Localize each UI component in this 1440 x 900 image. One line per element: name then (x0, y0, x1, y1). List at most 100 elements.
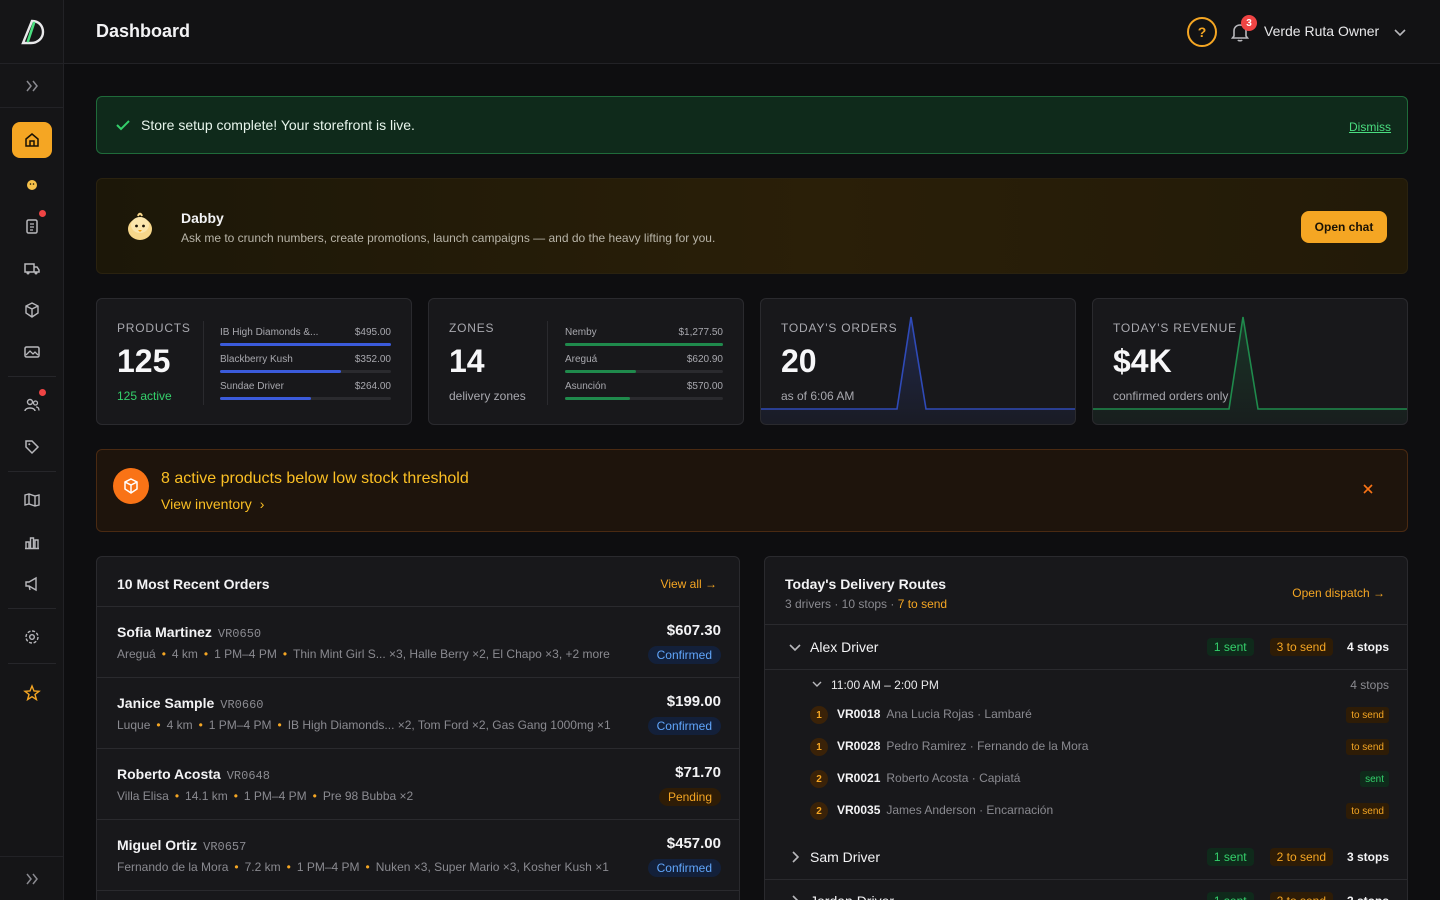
products-stat-card[interactable]: PRODUCTS 125 125 active IB High Diamonds… (96, 298, 412, 425)
dabby-icon (27, 180, 37, 190)
stop-customer-location: Ana Lucia Rojas · Lambaré (886, 707, 1032, 721)
chevrons-right-icon (26, 80, 38, 91)
product-bar-fill (220, 370, 342, 373)
products-box-icon (25, 302, 39, 318)
chevron-down-icon[interactable] (787, 639, 803, 655)
open-dispatch-link[interactable]: Open dispatch → (1292, 586, 1385, 600)
customer-name: Roberto Acosta (117, 766, 221, 782)
stop-row[interactable]: 1 VR0018 Ana Lucia Rojas · Lambaré to sen… (765, 699, 1407, 731)
order-id: VR0660 (220, 698, 264, 712)
sidebar-item-customers[interactable] (12, 387, 52, 423)
page-title: Dashboard (96, 21, 191, 41)
driver-row[interactable]: Jordan Driver 1 sent 2 to send 3 stops (765, 879, 1407, 900)
zone-value: $1,277.50 (678, 327, 724, 338)
sidebar-item-analytics[interactable] (12, 524, 52, 560)
driver-row[interactable]: Alex Driver 1 sent 3 to send 4 stops (765, 625, 1407, 670)
order-id: VR0657 (203, 840, 247, 854)
stop-row[interactable]: 1 VR0028 Pedro Ramirez · Fernando de la M… (765, 731, 1407, 763)
order-row[interactable]: Miguel Ortiz VR0657 Fernando de la Mora • 7… (97, 820, 739, 891)
card-value: 125 (117, 343, 171, 379)
to-send-count-badge: 2 to send (1269, 892, 1333, 900)
dabby-chick-icon (128, 212, 152, 240)
user-menu-button[interactable]: Verde Ruta Owner (1264, 23, 1379, 39)
zone-name: Areguá (565, 354, 598, 365)
analytics-chart-icon (25, 537, 39, 550)
order-row[interactable]: Roberto Acosta VR0648 Villa Elisa • 14.1 km… (97, 749, 739, 820)
card-value: 14 (449, 343, 485, 379)
product-value: $352.00 (354, 354, 391, 365)
notification-count-badge: 3 (1241, 15, 1257, 31)
zone-bar-fill (565, 397, 630, 400)
order-distance: 4 km (166, 718, 193, 732)
card-label: TODAY'S REVENUE (1113, 321, 1237, 335)
card-divider (547, 321, 548, 405)
stop-sequence-badge: 2 (810, 802, 828, 820)
order-items: Nuken ×3, Super Mario ×3, Kosher Kush ×1 (375, 860, 609, 874)
chevron-right-icon[interactable] (787, 849, 803, 865)
order-status-badge: Confirmed (647, 646, 721, 664)
sent-count-badge: 1 sent (1206, 848, 1254, 866)
stop-sequence-badge: 2 (810, 770, 828, 788)
to-send-count-badge: 3 to send (1269, 638, 1333, 656)
stop-order-id: VR0018 (837, 707, 881, 721)
driver-name: Sam Driver (810, 849, 881, 865)
stop-detail: VR0028 Pedro Ramirez · Fernando de la Mor… (837, 739, 1088, 753)
help-button[interactable]: ? (1187, 17, 1217, 47)
order-customer: Miguel Ortiz VR0657 (117, 837, 246, 854)
zones-stat-card[interactable]: ZONES 14 delivery zones Ñemby $1,277.50 … (428, 298, 744, 425)
collapse-sidebar-button[interactable] (0, 856, 64, 900)
chevron-right-icon[interactable] (787, 893, 803, 900)
routes-summary-to-send: 7 to send (897, 597, 948, 611)
sidebar-item-orders[interactable] (12, 208, 52, 244)
driver-name: Alex Driver (810, 639, 879, 655)
sidebar-item-zones[interactable] (12, 482, 52, 518)
card-value: 20 (781, 343, 817, 379)
order-row[interactable]: Janice Sample VR0660 Luque • 4 km • 1 PM–4 PM… (97, 678, 739, 749)
sent-count-badge: 1 sent (1206, 638, 1254, 656)
zone-name: Ñemby (565, 327, 597, 338)
stop-sequence-badge: 1 (810, 706, 828, 724)
sidebar-item-products[interactable] (12, 292, 52, 328)
order-id: VR0648 (226, 769, 270, 783)
stop-row[interactable]: 2 VR0035 James Anderson · Encarnación to … (765, 795, 1407, 827)
dabby-subtitle: Ask me to crunch numbers, create promoti… (181, 231, 716, 245)
order-row[interactable]: Sofia Martinez VR0650 Areguá • 4 km • 1 PM–4 … (97, 607, 739, 678)
todays-revenue-stat-card[interactable]: TODAY'S REVENUE $4K confirmed orders onl… (1092, 298, 1408, 425)
chevron-down-icon[interactable] (1392, 24, 1408, 40)
delivery-routes-panel: Today's Delivery Routes 3 drivers · 10 s… (764, 556, 1408, 900)
time-slot-row[interactable]: 11:00 AM – 2:00 PM 4 stops (765, 669, 1407, 699)
sidebar-item-promotions[interactable] (12, 429, 52, 465)
order-window: 1 PM–4 PM (214, 647, 277, 661)
routes-summary: 3 drivers · 10 stops · 7 to send (785, 597, 947, 611)
recent-orders-panel: 10 Most Recent Orders View all → Sofia M… (96, 556, 740, 900)
sidebar-item-dabby[interactable] (12, 166, 52, 202)
todays-orders-stat-card[interactable]: TODAY'S ORDERS 20 as of 6:06 AM (760, 298, 1076, 425)
sidebar-item-settings[interactable] (12, 619, 52, 655)
view-inventory-label: View inventory (161, 496, 252, 512)
close-icon[interactable] (1361, 482, 1375, 496)
sidebar-divider (8, 663, 56, 664)
stop-customer-location: Pedro Ramirez · Fernando de la Mora (886, 739, 1089, 753)
expand-sidebar-button[interactable] (0, 64, 64, 108)
sidebar-divider (8, 471, 56, 472)
order-items: Pre 98 Bubba ×2 (322, 789, 414, 803)
brand-logo[interactable] (0, 0, 64, 64)
view-all-orders-link[interactable]: View all → (661, 577, 717, 591)
sidebar-item-home[interactable] (12, 122, 52, 158)
sidebar-item-delivery[interactable] (12, 250, 52, 286)
view-inventory-link[interactable]: View inventory › (161, 496, 264, 512)
success-message: Store setup complete! Your storefront is… (141, 117, 415, 133)
product-bar-fill (220, 397, 311, 400)
driver-row[interactable]: Sam Driver 1 sent 2 to send 3 stops (765, 835, 1407, 880)
driver-name: Jordan Driver (810, 893, 894, 900)
sidebar-item-campaigns[interactable] (12, 566, 52, 602)
open-chat-button[interactable]: Open chat (1301, 211, 1387, 243)
sidebar-item-favorites[interactable] (12, 675, 52, 711)
chevron-down-icon[interactable] (811, 678, 823, 690)
product-name: Sundae Driver (220, 381, 284, 392)
product-bar-track (220, 397, 391, 400)
sidebar-item-media[interactable] (12, 334, 52, 370)
dismiss-link[interactable]: Dismiss (1349, 120, 1391, 134)
stop-row[interactable]: 2 VR0021 Roberto Acosta · Capiatá sent (765, 763, 1407, 795)
order-zone: Villa Elisa (117, 789, 169, 803)
